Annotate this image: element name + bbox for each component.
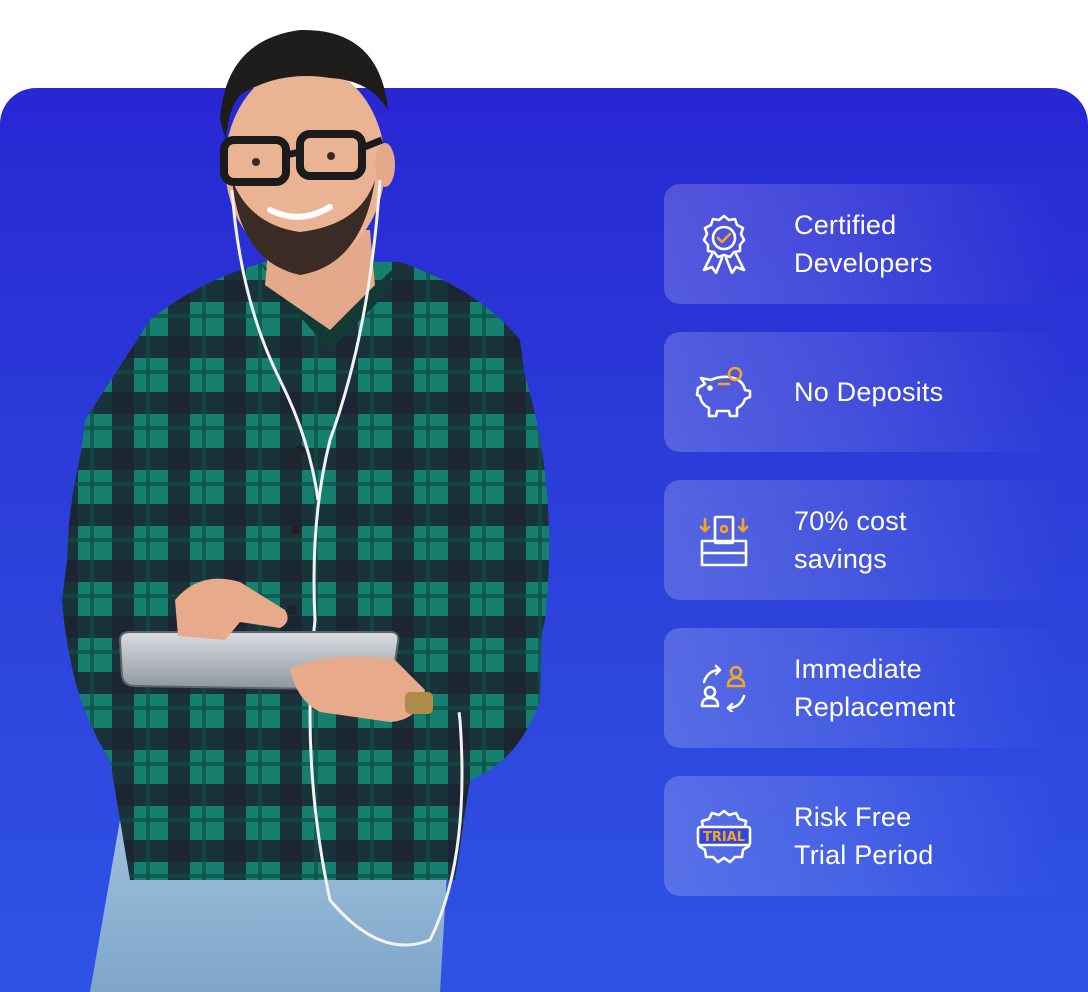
feature-certified-developers: Certified Developers <box>664 184 1064 304</box>
trial-badge-text: TRIAL <box>703 830 745 845</box>
feature-line-2: Replacement <box>794 692 956 722</box>
feature-line-1: 70% cost <box>794 506 907 536</box>
feature-cost-savings: 70% cost savings <box>664 480 1064 600</box>
feature-no-deposits: No Deposits <box>664 332 1064 452</box>
developer-photo <box>0 0 600 992</box>
feature-line-1: Certified <box>794 210 897 240</box>
feature-line-1: Immediate <box>794 654 922 684</box>
trial-badge-icon: TRIAL <box>694 806 754 866</box>
money-box-icon <box>694 510 754 570</box>
feature-immediate-replacement: Immediate Replacement <box>664 628 1064 748</box>
feature-line-2: savings <box>794 544 887 574</box>
feature-list: Certified Developers No Deposits 70% cos… <box>664 184 1064 924</box>
award-badge-icon <box>694 214 754 274</box>
piggy-bank-icon <box>694 362 754 422</box>
feature-line-1: No Deposits <box>794 377 944 407</box>
feature-line-2: Developers <box>794 248 933 278</box>
replace-person-icon <box>694 658 754 718</box>
feature-line-1: Risk Free <box>794 802 912 832</box>
feature-line-2: Trial Period <box>794 840 934 870</box>
feature-risk-free-trial: TRIAL Risk Free Trial Period <box>664 776 1064 896</box>
